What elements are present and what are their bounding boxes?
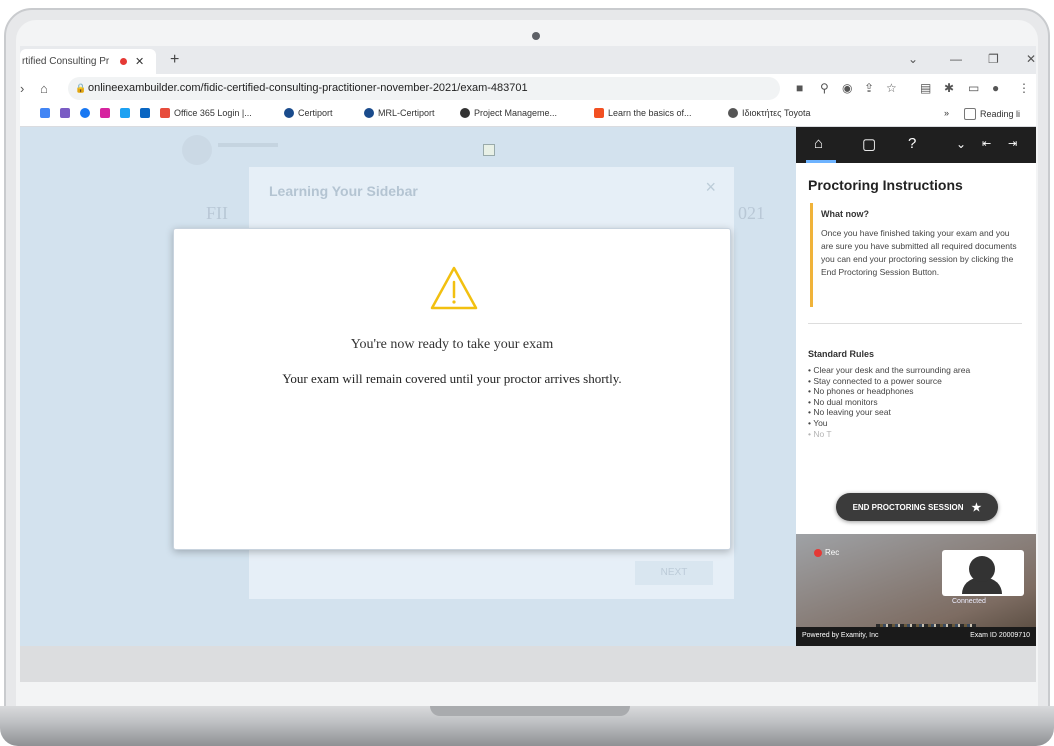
eye-icon[interactable]: ◉: [842, 81, 852, 95]
tutorial-title: Learning Your Sidebar: [269, 183, 418, 199]
rule-item: No leaving your seat: [808, 407, 970, 418]
dock-right-icon[interactable]: ⇥: [1008, 137, 1017, 150]
webcam-dot: [532, 32, 540, 40]
profile-icon[interactable]: ●: [992, 81, 999, 95]
dock-left-icon[interactable]: ⇤: [982, 137, 991, 150]
exam-page: FII 021 Learning Your Sidebar × NEXT You…: [20, 127, 796, 646]
twitter-icon[interactable]: [120, 108, 134, 118]
close-tab-icon[interactable]: ✕: [135, 55, 144, 68]
tab-search-icon[interactable]: ⌄: [908, 52, 918, 66]
extension-icon[interactable]: ▤: [920, 81, 931, 95]
bookmarks-overflow-icon[interactable]: »: [944, 108, 949, 118]
proctor-avatar: [942, 550, 1024, 596]
linkedin-icon[interactable]: [140, 108, 154, 118]
rule-item: No phones or headphones: [808, 386, 970, 397]
proctoring-sidebar: ⌂ ▢ ? ⌄ ⇤ ⇥ Proctoring Instructions What…: [796, 127, 1036, 646]
rule-item: No T: [808, 429, 970, 440]
bookmark-certiport[interactable]: Certiport: [284, 108, 333, 118]
recording-indicator: Rec: [814, 548, 839, 557]
sidebar-footer: Powered by Examity, Inc Exam ID 20009710: [796, 627, 1036, 646]
url-text: onlineexambuilder.com/fidic-certified-co…: [88, 82, 528, 94]
home-tab-icon[interactable]: ⌂: [814, 135, 823, 152]
recording-icon: [120, 58, 127, 65]
what-now-callout: What now? Once you have finished taking …: [810, 203, 1020, 307]
share-icon[interactable]: ⇪: [864, 81, 874, 95]
browser-tab[interactable]: rtified Consulting Pr ✕: [20, 49, 156, 74]
rules-list: Clear your desk and the surrounding area…: [808, 365, 970, 439]
rec-dot-icon: [814, 548, 822, 557]
ready-dialog: You're now ready to take your exam Your …: [173, 228, 731, 550]
star-icon[interactable]: ☆: [886, 81, 897, 95]
facebook-icon[interactable]: [80, 108, 94, 118]
screen-bottom-bezel: [20, 646, 1036, 682]
divider: [808, 323, 1022, 324]
close-window-icon[interactable]: ✕: [1026, 52, 1036, 66]
reading-list[interactable]: Reading li: [964, 108, 1020, 120]
puzzle-icon[interactable]: ✱: [944, 81, 954, 95]
sidepanel-icon[interactable]: ▭: [968, 81, 979, 95]
sidebar-title: Proctoring Instructions: [808, 177, 963, 193]
mail-icon[interactable]: [60, 108, 74, 118]
close-icon[interactable]: ×: [705, 177, 716, 198]
rules-heading: Standard Rules: [808, 349, 875, 359]
help-tab-icon[interactable]: ?: [908, 135, 916, 152]
star-icon: ★: [971, 501, 982, 514]
new-tab-button[interactable]: +: [170, 51, 179, 69]
connected-status: Connected: [952, 598, 986, 605]
instagram-icon[interactable]: [100, 108, 114, 118]
bookmark-office365[interactable]: Office 365 Login |...: [160, 108, 252, 118]
home-icon[interactable]: ⌂: [40, 81, 48, 96]
end-proctoring-session-button[interactable]: END PROCTORING SESSION ★: [836, 493, 998, 521]
exam-id: Exam ID 20009710: [970, 632, 1030, 639]
zoom-icon[interactable]: ⚲: [820, 81, 829, 95]
apps-icon[interactable]: [40, 108, 54, 118]
forward-icon[interactable]: ›: [20, 81, 24, 96]
bookmark-mrl-certiport[interactable]: MRL-Certiport: [364, 108, 435, 118]
chat-tab-icon[interactable]: ▢: [862, 135, 876, 153]
powered-by: Powered by Examity, Inc: [802, 632, 879, 639]
warning-icon: [430, 266, 478, 310]
minimize-icon[interactable]: —: [950, 52, 962, 66]
site-logo: [182, 135, 212, 165]
bookmark-learn-basics[interactable]: Learn the basics of...: [594, 108, 692, 118]
site-logo-text: [218, 143, 278, 147]
rule-item: Stay connected to a power source: [808, 376, 970, 387]
what-now-text: Once you have finished taking your exam …: [821, 228, 1017, 277]
next-button[interactable]: NEXT: [635, 561, 713, 585]
tab-bar: rtified Consulting Pr ✕ + ⌄ — ❐ ✕: [20, 46, 1036, 74]
bg-heading-year: 021: [738, 203, 765, 223]
bg-heading-fragment: FII: [206, 203, 228, 223]
laptop-notch: [430, 706, 630, 716]
lock-icon: 🔒: [75, 83, 87, 93]
menu-icon[interactable]: ⋮: [1018, 81, 1030, 95]
collapse-icon[interactable]: ⌄: [956, 137, 966, 151]
active-tab-indicator: [806, 160, 836, 163]
proctor-head-icon: [969, 556, 995, 582]
sidebar-toolbar: ⌂ ▢ ? ⌄ ⇤ ⇥: [796, 127, 1036, 163]
tab-title: rtified Consulting Pr: [22, 56, 110, 67]
rule-item: Clear your desk and the surrounding area: [808, 365, 970, 376]
rule-item: No dual monitors: [808, 397, 970, 408]
rec-label: Rec: [825, 548, 840, 557]
bookmarks-bar: Office 365 Login |... Certiport MRL-Cert…: [20, 104, 1036, 127]
restore-icon[interactable]: ❐: [988, 52, 999, 66]
dialog-message: Your exam will remain covered until your…: [282, 371, 622, 386]
dialog-title: You're now ready to take your exam: [350, 337, 554, 352]
address-bar: › ⌂ 🔒 onlineexambuilder.com/fidic-certif…: [20, 74, 1036, 104]
end-button-label: END PROCTORING SESSION: [852, 502, 964, 512]
bookmark-project-management[interactable]: Project Manageme...: [460, 108, 557, 118]
broken-image-icon: [483, 144, 495, 156]
camera-permission-icon[interactable]: ■: [796, 81, 803, 95]
url-input[interactable]: 🔒 onlineexambuilder.com/fidic-certified-…: [68, 77, 780, 100]
bookmark-toyota[interactable]: Ιδιοκτήτες Toyota: [728, 108, 811, 118]
rule-item: You: [808, 418, 970, 429]
screen: rtified Consulting Pr ✕ + ⌄ — ❐ ✕ › ⌂ 🔒 …: [20, 46, 1036, 646]
what-now-heading: What now?: [821, 209, 869, 219]
